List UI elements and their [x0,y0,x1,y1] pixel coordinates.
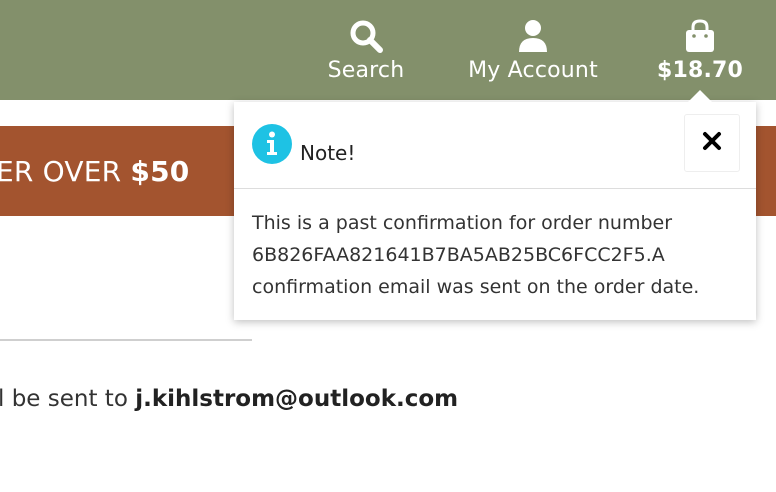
note-popover: Note! This is a past confirmation for or… [234,90,756,320]
my-account-button[interactable]: My Account [466,18,600,83]
popover-message-line: 6B826FAA821641B7BA5AB25BC6FCC2F5.A [252,244,665,266]
popover-arrow [688,90,712,102]
cart-button[interactable]: $18.70 [655,18,745,83]
popover-message-line: This is a past confirmation for order nu… [252,212,673,234]
shopping-bag-icon [655,18,745,54]
confirmation-email-line: l be sent to j.kihlstrom@outlook.com [0,386,458,412]
close-button[interactable] [684,114,740,172]
popover-header: Note! [234,102,756,189]
customer-email: j.kihlstrom@outlook.com [135,386,459,412]
promo-label: ER OVER [0,155,131,188]
info-icon [252,124,292,164]
cart-total: $18.70 [656,58,744,83]
search-button[interactable]: Search [326,18,406,83]
popover-message-line: confirmation email was sent on the order… [252,276,700,298]
top-navigation-bar: Search My Account $18.70 [0,0,776,100]
section-divider [0,339,252,341]
email-prefix: l be sent to [0,386,136,412]
popover-title: Note! [300,141,356,165]
user-icon [466,18,600,54]
promo-text: ER OVER $50 [0,155,189,188]
search-label: Search [327,58,405,83]
close-icon [702,131,722,155]
promo-amount: $50 [130,155,190,188]
my-account-label: My Account [468,58,598,83]
search-icon [326,18,406,54]
popover-message: This is a past confirmation for order nu… [252,207,742,303]
